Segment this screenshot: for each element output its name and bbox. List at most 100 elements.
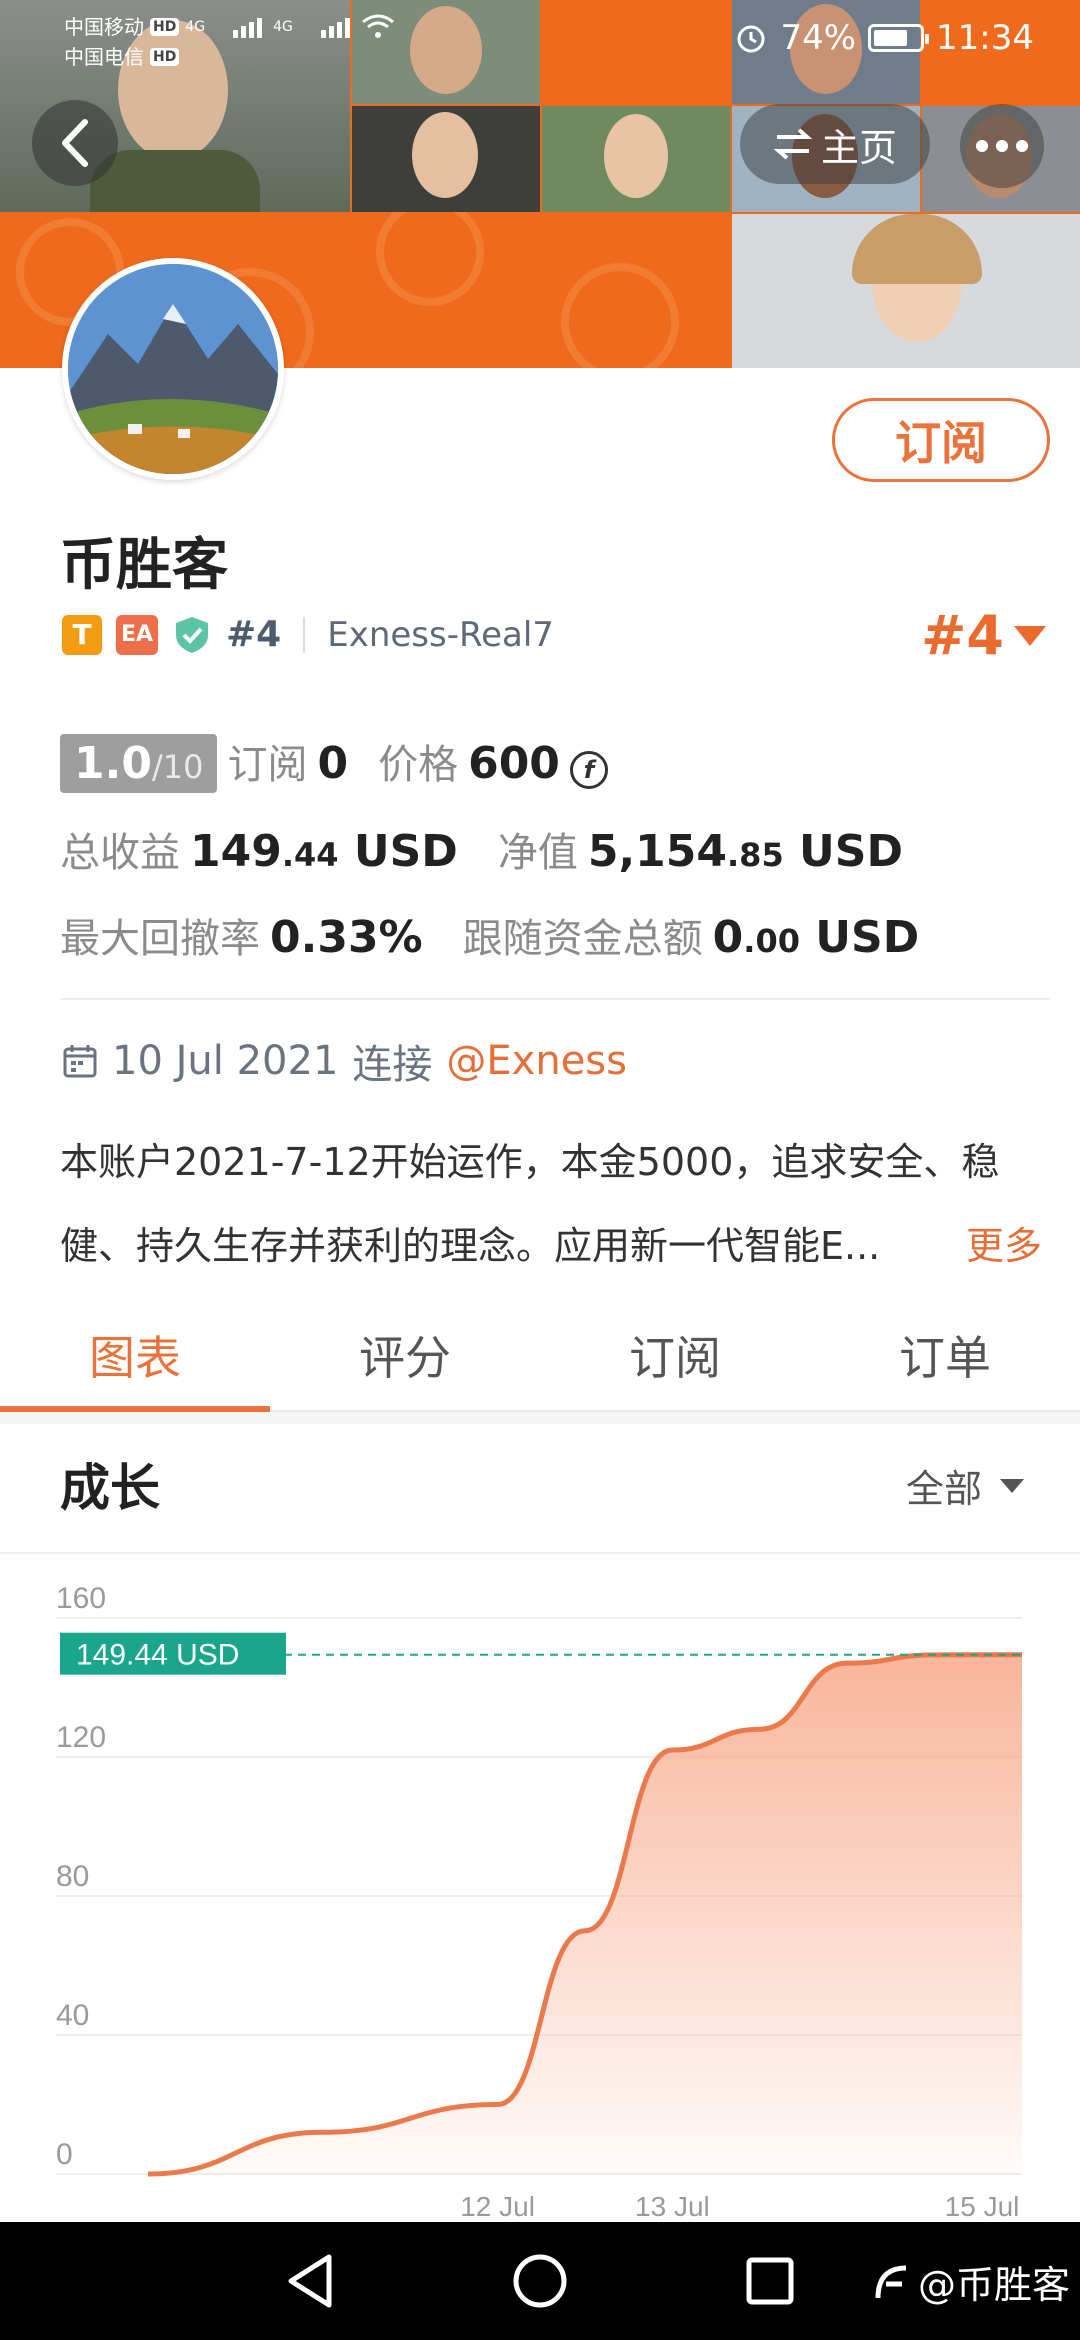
- caret-down-icon: [1000, 1478, 1024, 1493]
- subscribe-count: 0: [317, 738, 349, 789]
- battery-icon: [868, 24, 930, 52]
- y-tick-label: 160: [56, 1582, 106, 1615]
- home-button[interactable]: 主页: [740, 104, 930, 184]
- divider: [0, 1552, 1080, 1554]
- connection-label: 连接: [352, 1042, 433, 1088]
- more-dot-icon: [1016, 140, 1028, 152]
- connection-date: 10 Jul 2021: [112, 1038, 339, 1084]
- carrier-2: 中国电信: [64, 45, 144, 69]
- range-dropdown[interactable]: 全部: [906, 1458, 1024, 1513]
- connection-info: 10 Jul 2021 连接 @Exness: [62, 1032, 627, 1090]
- swap-icon: [773, 128, 813, 160]
- follow-funds-value: 0.00 USD: [712, 912, 920, 963]
- x-tick-label: 13 Jul: [635, 2191, 710, 2220]
- triangle-back-icon: [288, 2254, 332, 2308]
- range-value: 全部: [905, 1467, 982, 1511]
- tab-orders[interactable]: 订单: [810, 1300, 1080, 1410]
- score-value: 1.0: [74, 738, 152, 789]
- wifi-icon: [361, 14, 394, 38]
- cover-photo-4: [542, 106, 730, 212]
- hd-badge-2: HD: [150, 48, 180, 66]
- subscribe-count-label: 订阅: [227, 742, 308, 788]
- growth-chart[interactable]: 149.44 USD 0 40 80 120 160 12 Jul 13 Jul 15 Ju…: [0, 1580, 1080, 2220]
- y-tick-label: 80: [56, 1860, 89, 1893]
- rank-dropdown[interactable]: #4: [921, 604, 1046, 667]
- signal-icon-2: [320, 18, 350, 38]
- trader-badge: T: [62, 614, 102, 655]
- status-bar: 中国移动 HD 4G 4G 中国电信 HD 74% 11:34: [0, 0, 1080, 84]
- more-options-button[interactable]: [960, 104, 1044, 188]
- description-line-2: 健、持久生存并获利的理念。应用新一代智能E...: [60, 1224, 881, 1268]
- growth-area: [148, 1654, 1022, 2174]
- rank-label: #4: [226, 614, 282, 655]
- brand-logo-icon: [875, 2265, 907, 2298]
- total-profit-value: 149.44 USD: [190, 826, 458, 877]
- nav-recents-button[interactable]: [710, 2222, 830, 2340]
- stats-row-2: 总收益 149.44 USD 净值 5,154.85 USD: [60, 820, 903, 878]
- avatar[interactable]: [62, 258, 284, 480]
- cover-photo-8: [732, 214, 1080, 368]
- score-badge: 1.0/10: [60, 734, 218, 793]
- section-separator: [0, 1412, 1080, 1424]
- rank-value: #4: [921, 604, 1004, 667]
- y-tick-label: 0: [56, 2138, 73, 2171]
- tab-subscriptions[interactable]: 订阅: [540, 1300, 810, 1410]
- stats-row-1: 1.0/10 订阅 0 价格 600 f: [60, 732, 608, 793]
- total-profit-label: 总收益: [60, 830, 180, 876]
- stats-row-3: 最大回撤率 0.33% 跟随资金总额 0.00 USD: [60, 906, 919, 964]
- max-drawdown-label: 最大回撤率: [60, 916, 260, 962]
- chevron-left-icon: [62, 119, 88, 167]
- tab-rating[interactable]: 评分: [270, 1300, 540, 1410]
- coin-icon: f: [569, 751, 608, 789]
- score-max: /10: [151, 748, 204, 786]
- broker-account: Exness-Real7: [327, 614, 554, 655]
- back-button[interactable]: [32, 100, 118, 186]
- calendar-icon: [63, 1045, 97, 1078]
- max-drawdown-value: 0.33%: [270, 912, 423, 963]
- alarm-icon: [737, 25, 765, 53]
- nav-home-button[interactable]: [480, 2222, 600, 2340]
- current-value-label: 149.44 USD: [76, 1639, 239, 1672]
- network-2: 4G: [273, 19, 293, 35]
- price-label: 价格: [378, 742, 459, 788]
- watermark-text: @币胜客: [917, 2263, 1070, 2307]
- shield-check-icon: [176, 616, 208, 653]
- y-tick-label: 40: [56, 1999, 89, 2032]
- equity-value: 5,154.85 USD: [587, 826, 903, 877]
- cover-photo-3: [352, 106, 540, 212]
- ea-badge: EA: [116, 614, 158, 655]
- divider: [303, 616, 306, 653]
- subscribe-button[interactable]: 订阅: [832, 398, 1050, 482]
- more-dot-icon: [996, 140, 1008, 152]
- y-tick-label: 120: [56, 1721, 106, 1754]
- broker-link[interactable]: @Exness: [446, 1038, 627, 1084]
- divider: [60, 998, 1050, 1000]
- square-recents-icon: [746, 2257, 794, 2305]
- follow-funds-label: 跟随资金总额: [462, 916, 703, 962]
- circle-home-icon: [513, 2254, 567, 2308]
- home-label: 主页: [820, 125, 897, 170]
- tab-chart[interactable]: 图表: [0, 1300, 270, 1412]
- price-value: 600: [468, 738, 560, 789]
- x-axis-ticks: 12 Jul 13 Jul 15 Jul: [460, 2191, 1019, 2220]
- growth-title: 成长: [60, 1459, 160, 1517]
- badge-row: T EA #4 Exness-Real7: [62, 614, 554, 655]
- tab-bar: 图表 评分 订阅 订单: [0, 1300, 1080, 1412]
- x-tick-label: 12 Jul: [460, 2191, 535, 2220]
- more-dot-icon: [976, 140, 988, 152]
- caret-down-icon: [1014, 625, 1046, 646]
- x-tick-label: 15 Jul: [945, 2191, 1020, 2220]
- clock: 11:34: [936, 18, 1034, 58]
- profile-name: 币胜客: [60, 533, 228, 598]
- nav-back-button[interactable]: [250, 2222, 370, 2340]
- read-more-link[interactable]: 更多: [966, 1204, 1042, 1288]
- description-line-1: 本账户2021-7-12开始运作，本金5000，追求安全、稳: [60, 1140, 1000, 1184]
- hd-badge: HD: [150, 18, 180, 36]
- equity-label: 净值: [497, 830, 578, 876]
- account-description: 本账户2021-7-12开始运作，本金5000，追求安全、稳 健、持久生存并获利…: [60, 1120, 1050, 1288]
- network-1: 4G: [185, 19, 206, 35]
- signal-icon: [233, 18, 263, 38]
- battery-percent: 74%: [780, 18, 857, 58]
- watermark: @币胜客: [872, 2254, 1070, 2309]
- carrier-1: 中国移动: [64, 15, 144, 39]
